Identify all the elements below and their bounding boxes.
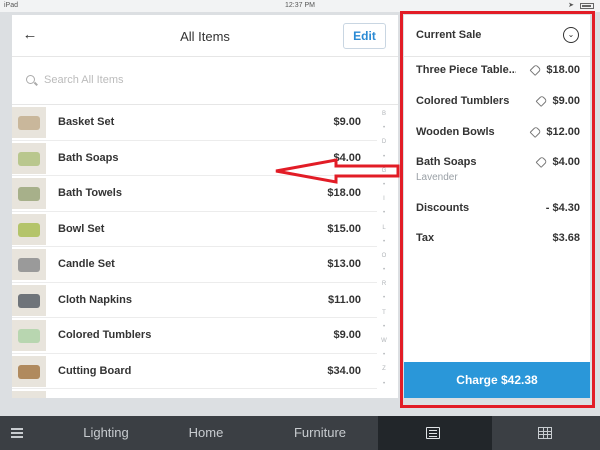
tab-furniture[interactable]: Furniture xyxy=(262,416,378,450)
red-arrow-annotation xyxy=(275,158,400,184)
category-bar: Lighting Home Furniture xyxy=(0,416,600,450)
menu-icon[interactable] xyxy=(11,428,23,438)
tab-list-view[interactable] xyxy=(378,416,492,450)
tab-lighting[interactable]: Lighting xyxy=(48,416,164,450)
list-view-icon xyxy=(426,427,440,439)
tab-home[interactable]: Home xyxy=(150,416,262,450)
grid-view-icon[interactable] xyxy=(538,427,552,439)
